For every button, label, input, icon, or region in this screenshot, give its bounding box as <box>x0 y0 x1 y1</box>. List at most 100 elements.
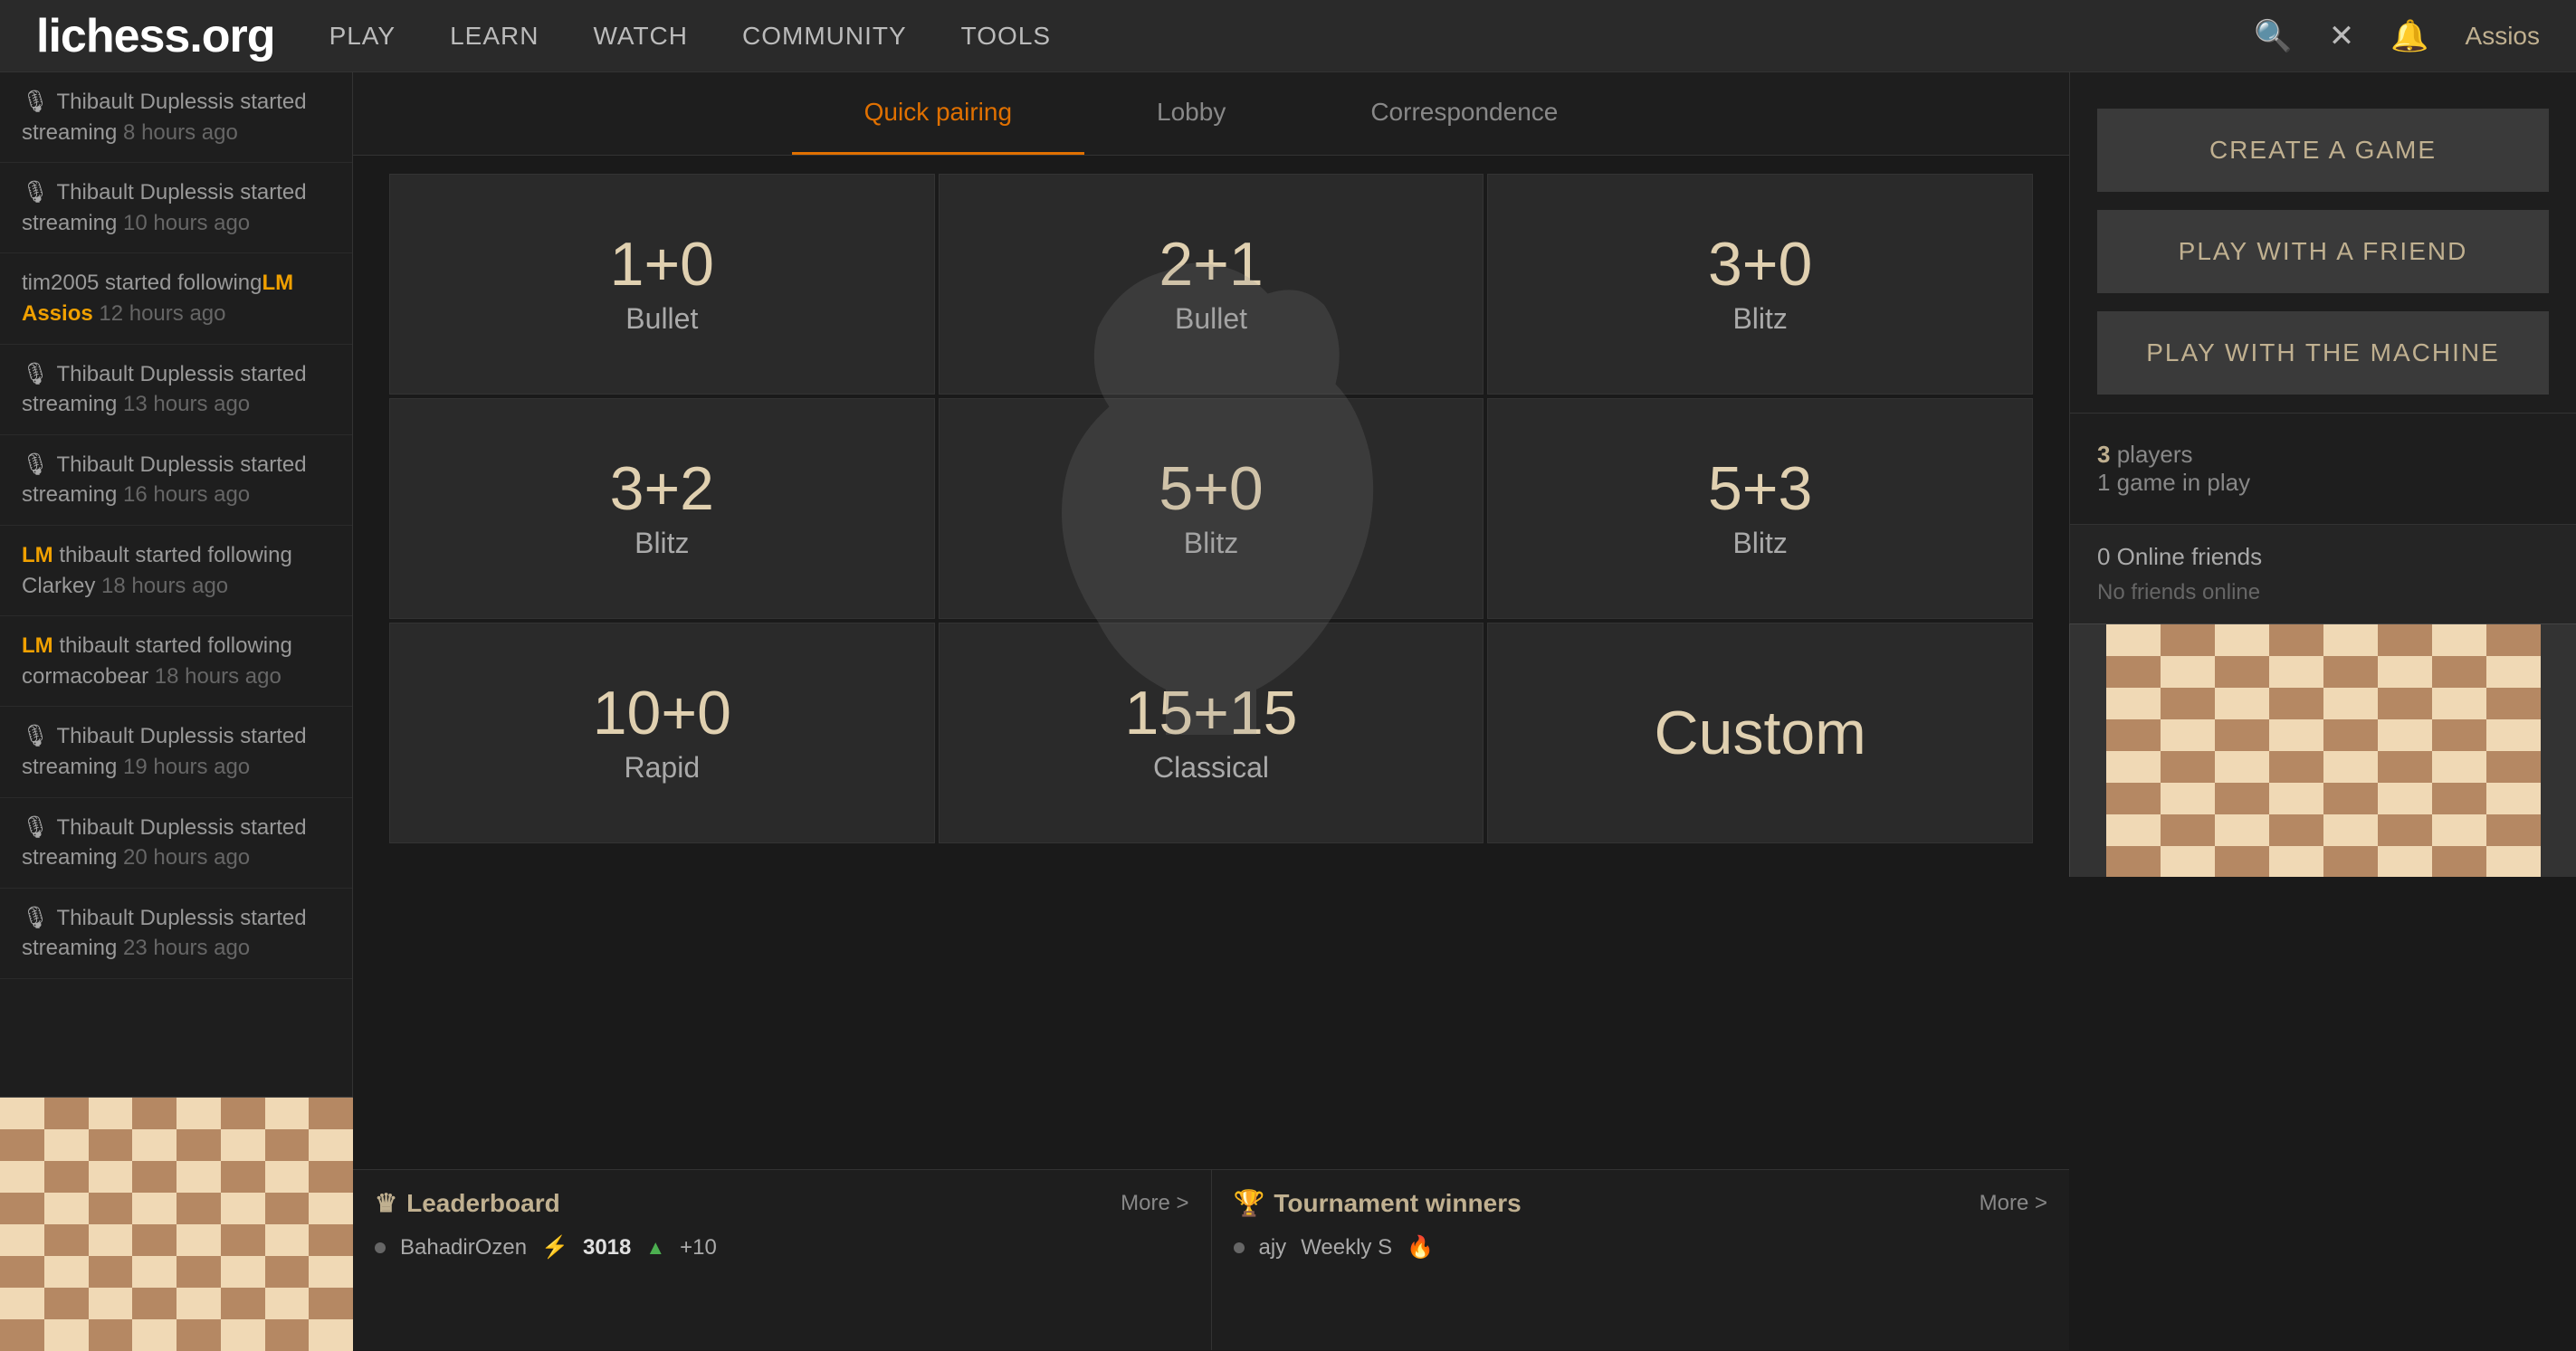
activity-time: 18 hours ago <box>155 664 281 689</box>
online-friends: 0 Online friends No friends online <box>2070 524 2576 623</box>
play-friend-button[interactable]: PLAY WITH A FRIEND <box>2097 210 2549 293</box>
leaderboard-title: ♛ Leaderboard <box>375 1188 560 1218</box>
leaderboard-more[interactable]: More > <box>1121 1191 1188 1216</box>
header-right: 🔍 ✕ 🔔 Assios <box>2254 18 2540 54</box>
mic-icon: 🎙 <box>22 452 49 477</box>
play-machine-button[interactable]: PLAY WITH THE MACHINE <box>2097 311 2549 395</box>
activity-time: 10 hours ago <box>123 211 250 235</box>
winner-name[interactable]: ajy <box>1259 1235 1287 1261</box>
trophy2-icon: 🏆 <box>1234 1188 1265 1218</box>
activity-item: 🎙Thibault Duplessis started streaming 16… <box>0 435 352 526</box>
leaderboard-panel: ♛ Leaderboard More > BahadirOzen ⚡ 3018 … <box>353 1170 1212 1350</box>
pairing-cell-1[interactable]: 2+1 Bullet <box>939 174 1484 395</box>
mic-icon: 🎙 <box>22 724 49 748</box>
activity-item: 🎙Thibault Duplessis started streaming 20… <box>0 798 352 889</box>
main-nav: PLAY LEARN WATCH COMMUNITY TOOLS <box>329 22 2255 51</box>
time-control: 10+0 <box>593 682 731 744</box>
nav-learn[interactable]: LEARN <box>450 22 539 51</box>
time-control: 5+0 <box>1159 458 1263 519</box>
leaderboard-header: ♛ Leaderboard More > <box>375 1188 1189 1218</box>
logo[interactable]: lichess.org <box>36 9 275 63</box>
tab-correspondence[interactable]: Correspondence <box>1298 72 1630 155</box>
nav-tools[interactable]: TOOLS <box>961 22 1051 51</box>
time-control: 5+3 <box>1708 458 1812 519</box>
pairing-cell-5[interactable]: 5+3 Blitz <box>1487 398 2033 619</box>
activity-item: 🎙Thibault Duplessis started streaming 19… <box>0 707 352 797</box>
nav-play[interactable]: PLAY <box>329 22 396 51</box>
bottom-left-board <box>0 1097 353 1350</box>
activity-time: 23 hours ago <box>123 936 250 960</box>
bottom-right-board <box>2069 623 2576 877</box>
tabs: Quick pairing Lobby Correspondence <box>353 72 2069 156</box>
status-dot-t <box>1234 1242 1245 1253</box>
tournament-header: 🏆 Tournament winners More > <box>1234 1188 2048 1218</box>
pairing-cell-6[interactable]: 10+0 Rapid <box>389 623 935 843</box>
tournament-more[interactable]: More > <box>1980 1191 2047 1216</box>
search-icon[interactable]: 🔍 <box>2254 18 2292 54</box>
activity-item: LM thibault started following cormacobea… <box>0 616 352 707</box>
tournament-name[interactable]: Weekly S <box>1301 1235 1392 1261</box>
pairing-cell-8[interactable]: Custom <box>1487 623 2033 843</box>
activity-time: 20 hours ago <box>123 845 250 870</box>
activity-item: LM thibault started following Clarkey 18… <box>0 526 352 616</box>
game-type: Blitz <box>1732 302 1787 336</box>
time-control: 3+0 <box>1708 233 1812 295</box>
time-control: Custom <box>1655 702 1866 764</box>
game-type: Blitz <box>634 527 689 560</box>
players-label: players <box>2117 441 2193 468</box>
action-buttons: CREATE A GAME PLAY WITH A FRIEND PLAY WI… <box>2070 72 2576 413</box>
pairing-cell-4[interactable]: 5+0 Blitz <box>939 398 1484 619</box>
pairing-cell-2[interactable]: 3+0 Blitz <box>1487 174 2033 395</box>
activity-item: 🎙Thibault Duplessis started streaming 10… <box>0 163 352 253</box>
nav-watch[interactable]: WATCH <box>593 22 688 51</box>
left-wrapper: 🎙Thibault Duplessis started streaming 8 … <box>0 72 353 1350</box>
game-type: Blitz <box>1184 527 1238 560</box>
tab-quick-pairing[interactable]: Quick pairing <box>792 72 1084 155</box>
activity-item: 🎙Thibault Duplessis started streaming 23… <box>0 889 352 979</box>
player-name[interactable]: BahadirOzen <box>400 1235 527 1261</box>
header: lichess.org PLAY LEARN WATCH COMMUNITY T… <box>0 0 2576 72</box>
game-type: Rapid <box>625 751 701 785</box>
activity-time: 13 hours ago <box>123 392 250 416</box>
pairing-cell-7[interactable]: 15+15 Classical <box>939 623 1484 843</box>
mic-icon: 🎙 <box>22 90 49 114</box>
right-sidebar: CREATE A GAME PLAY WITH A FRIEND PLAY WI… <box>2069 72 2576 623</box>
center-wrapper: Quick pairing Lobby Correspondence 1+0 B… <box>353 72 2069 1350</box>
time-control: 1+0 <box>610 233 714 295</box>
game-type: Bullet <box>1175 302 1247 336</box>
activity-time: 18 hours ago <box>101 574 228 598</box>
username[interactable]: Assios <box>2466 22 2540 51</box>
game-type: Bullet <box>625 302 698 336</box>
pairing-cell-0[interactable]: 1+0 Bullet <box>389 174 935 395</box>
right-wrapper: CREATE A GAME PLAY WITH A FRIEND PLAY WI… <box>2069 72 2576 1350</box>
activity-item: 🎙Thibault Duplessis started streaming 8 … <box>0 72 352 163</box>
game-type: Classical <box>1153 751 1269 785</box>
player-count: 3 <box>2097 441 2110 468</box>
status-dot <box>375 1242 386 1253</box>
tournament-title: 🏆 Tournament winners <box>1234 1188 1522 1218</box>
lightning-icon: ⚡ <box>541 1234 568 1261</box>
time-control: 15+15 <box>1125 682 1298 744</box>
close-icon[interactable]: ✕ <box>2329 18 2355 54</box>
game-type: Blitz <box>1732 527 1787 560</box>
main-layout: 🎙Thibault Duplessis started streaming 8 … <box>0 72 2576 1350</box>
friends-header: 0 Online friends <box>2097 543 2549 571</box>
nav-community[interactable]: COMMUNITY <box>742 22 907 51</box>
highlight-text[interactable]: LM <box>22 543 53 567</box>
mic-icon: 🎙 <box>22 180 49 205</box>
activity-time: 8 hours ago <box>123 120 238 145</box>
trophy-icon: ♛ <box>375 1188 397 1218</box>
notification-icon[interactable]: 🔔 <box>2390 18 2428 54</box>
activity-item: tim2005 started followingLM Assios 12 ho… <box>0 253 352 344</box>
tab-lobby[interactable]: Lobby <box>1084 72 1298 155</box>
time-control: 2+1 <box>1159 233 1263 295</box>
leaderboard-row: BahadirOzen ⚡ 3018 ▲ +10 <box>375 1229 1189 1266</box>
time-control: 3+2 <box>610 458 714 519</box>
fire-icon: 🔥 <box>1407 1234 1434 1261</box>
highlight-text[interactable]: LM <box>22 633 53 658</box>
bottom-section: ♛ Leaderboard More > BahadirOzen ⚡ 3018 … <box>353 1169 2069 1350</box>
pairing-cell-3[interactable]: 3+2 Blitz <box>389 398 935 619</box>
games-in-play: 1 game in play <box>2097 469 2250 496</box>
activity-item: 🎙Thibault Duplessis started streaming 13… <box>0 345 352 435</box>
create-game-button[interactable]: CREATE A GAME <box>2097 109 2549 192</box>
